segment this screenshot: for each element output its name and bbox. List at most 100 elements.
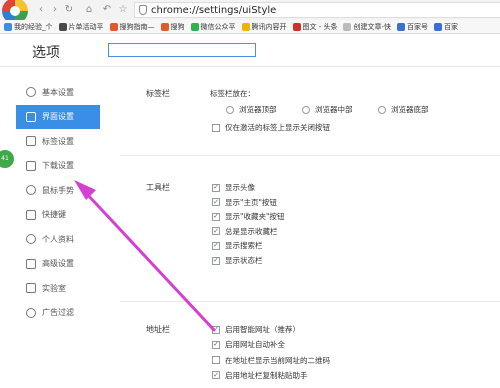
section-label-tabbar: 标签栏: [146, 89, 170, 98]
radio-button[interactable]: [226, 105, 234, 114]
bookmark-favicon-icon: [4, 22, 12, 31]
window-icon: [26, 111, 36, 122]
checkbox-label: 显示头像: [225, 183, 255, 192]
checkbox[interactable]: [212, 123, 220, 132]
checkbox-label: 总是显示收藏栏: [225, 226, 278, 236]
wrench-icon: [26, 258, 36, 269]
checkbox-label: 仅在激活的标签上显示关闭按钮: [225, 123, 330, 132]
radio-button[interactable]: [302, 105, 310, 114]
checkbox[interactable]: ✓: [212, 198, 220, 207]
back-arrow-icon[interactable]: ‹: [34, 3, 48, 17]
refresh-icon[interactable]: ↻: [62, 3, 76, 17]
checkbox[interactable]: [212, 356, 220, 365]
address-url[interactable]: chrome://settings/uiStyle: [151, 5, 276, 16]
tabbar-position-label: 标签栏放在：: [210, 88, 255, 99]
address-bar[interactable]: chrome://settings/uiStyle: [134, 2, 500, 18]
checkbox[interactable]: ✓: [212, 183, 220, 192]
radio-tabbar-top[interactable]: 浏览器顶部: [226, 104, 277, 115]
checkbox-toolbar-option[interactable]: ✓ 总是显示收藏栏: [212, 226, 278, 237]
sidebar-item-adblock[interactable]: 广告过滤: [16, 301, 100, 326]
radio-tabbar-middle[interactable]: 浏览器中部: [302, 104, 353, 115]
checkbox[interactable]: ✓: [212, 227, 220, 236]
bookmark-label: 片单活动平: [68, 22, 104, 31]
checkbox-label: 启用地址栏复制粘贴助手: [225, 370, 308, 380]
sidebar-item-label: 界面设置: [42, 112, 74, 122]
sidebar-item-label: 实验室: [42, 283, 66, 293]
sidebar-item-label: 个人资料: [42, 234, 74, 244]
home-icon[interactable]: ⌂: [82, 3, 96, 17]
sidebar-item-ui[interactable]: 界面设置: [16, 104, 100, 129]
gear-icon: [26, 87, 36, 98]
sidebar-item-tabs[interactable]: 标签设置: [16, 129, 100, 154]
checkbox-close-only-active[interactable]: 仅在激活的标签上显示关闭按钮: [212, 122, 330, 133]
section-label-toolbar: 工具栏: [146, 183, 170, 192]
bookmark-favicon-icon: [160, 22, 169, 31]
checkbox-addressbar-option[interactable]: 在地址栏显示当前网址的二维码: [212, 355, 330, 366]
person-icon: [26, 234, 36, 245]
radio-tabbar-bottom[interactable]: 浏览器底部: [378, 104, 429, 115]
header-divider: [0, 66, 500, 67]
settings-sidebar: 基本设置 界面设置 标签设置 下载设置 鼠标手势 快捷键 个人资料 高级设置 实…: [16, 80, 100, 325]
sidebar-item-basic[interactable]: 基本设置: [16, 80, 100, 105]
bookmark-favicon-icon: [434, 22, 443, 31]
bookmark-item[interactable]: 腾讯内容开: [241, 22, 287, 32]
sidebar-item-label: 鼠标手势: [42, 185, 74, 195]
block-icon: [26, 307, 36, 318]
sidebar-item-lab[interactable]: 实验室: [16, 276, 100, 301]
bookmark-favicon-icon: [292, 22, 301, 31]
bookmark-favicon-icon: [109, 22, 118, 31]
checkbox-toolbar-option[interactable]: ✓ 显示"主页"按钮: [212, 197, 277, 208]
checkbox-label: 显示状态栏: [225, 256, 263, 265]
mouse-icon: [26, 185, 36, 196]
bookmark-label: 图文 - 头条: [302, 22, 338, 31]
radio-label: 浏览器顶部: [239, 105, 277, 114]
checkbox-label: 显示"收藏夹"按钮: [225, 212, 285, 222]
forward-arrow-icon[interactable]: ›: [48, 3, 62, 17]
radio-label: 浏览器中部: [315, 105, 353, 114]
checkbox[interactable]: ✓: [212, 325, 220, 334]
checkbox-addressbar-option[interactable]: ✓ 启用智能网址（推荐）: [212, 324, 300, 335]
bookmark-item[interactable]: 片单活动平: [58, 22, 104, 32]
sidebar-item-profile[interactable]: 个人资料: [16, 227, 100, 252]
checkbox-addressbar-option[interactable]: ✓ 启用地址栏复制粘贴助手: [212, 370, 308, 381]
checkbox-toolbar-option[interactable]: ✓ 显示"收藏夹"按钮: [212, 211, 284, 222]
undo-icon[interactable]: ↶: [100, 3, 114, 17]
bookmark-item[interactable]: 搜狗指南—: [109, 22, 155, 32]
security-shield-icon: [139, 5, 147, 15]
sidebar-item-download[interactable]: 下载设置: [16, 154, 100, 179]
checkbox[interactable]: ✓: [212, 256, 220, 265]
bookmark-label: 搜狗指南—: [119, 22, 155, 31]
star-icon[interactable]: ☆: [116, 3, 130, 17]
checkbox[interactable]: ✓: [212, 212, 220, 221]
sidebar-item-advanced[interactable]: 高级设置: [16, 252, 100, 277]
floating-badge[interactable]: 41: [0, 150, 14, 168]
settings-search-input[interactable]: [108, 43, 256, 57]
checkbox-toolbar-option[interactable]: ✓ 显示头像: [212, 182, 255, 193]
bookmark-item[interactable]: 微信公众平: [190, 22, 236, 32]
sidebar-item-label: 下载设置: [42, 161, 74, 171]
bookmark-item[interactable]: 百家号: [397, 22, 428, 32]
bookmark-item[interactable]: 图文 - 头条: [292, 22, 338, 32]
checkbox-label: 启用网址自动补全: [225, 340, 285, 350]
checkbox-addressbar-option[interactable]: ✓ 启用网址自动补全: [212, 339, 285, 350]
radio-button[interactable]: [378, 105, 386, 114]
checkbox-label: 显示搜索栏: [225, 241, 263, 251]
bookmark-item[interactable]: 百家: [434, 22, 458, 32]
sidebar-item-label: 标签设置: [42, 136, 74, 146]
sidebar-item-shortcut[interactable]: 快捷键: [16, 203, 100, 228]
bookmark-item[interactable]: 我的经验_个: [4, 22, 53, 32]
checkbox-toolbar-option[interactable]: ✓ 显示搜索栏: [212, 240, 263, 251]
bookmark-label: 搜狗: [170, 22, 185, 31]
checkbox[interactable]: ✓: [212, 241, 220, 250]
bookmark-favicon-icon: [397, 22, 406, 31]
bookmark-item[interactable]: 创建文章-快: [343, 22, 391, 32]
sidebar-item-mouse-gesture[interactable]: 鼠标手势: [16, 178, 100, 203]
checkbox[interactable]: ✓: [212, 371, 220, 380]
checkbox[interactable]: ✓: [212, 340, 220, 349]
bookmark-label: 百家号: [407, 22, 429, 31]
checkbox-toolbar-option[interactable]: ✓ 显示状态栏: [212, 255, 263, 266]
bookmark-item[interactable]: 搜狗: [160, 22, 185, 32]
page-title: 选项: [32, 45, 60, 61]
sidebar-item-label: 广告过滤: [42, 308, 74, 318]
radio-label: 浏览器底部: [391, 105, 429, 114]
